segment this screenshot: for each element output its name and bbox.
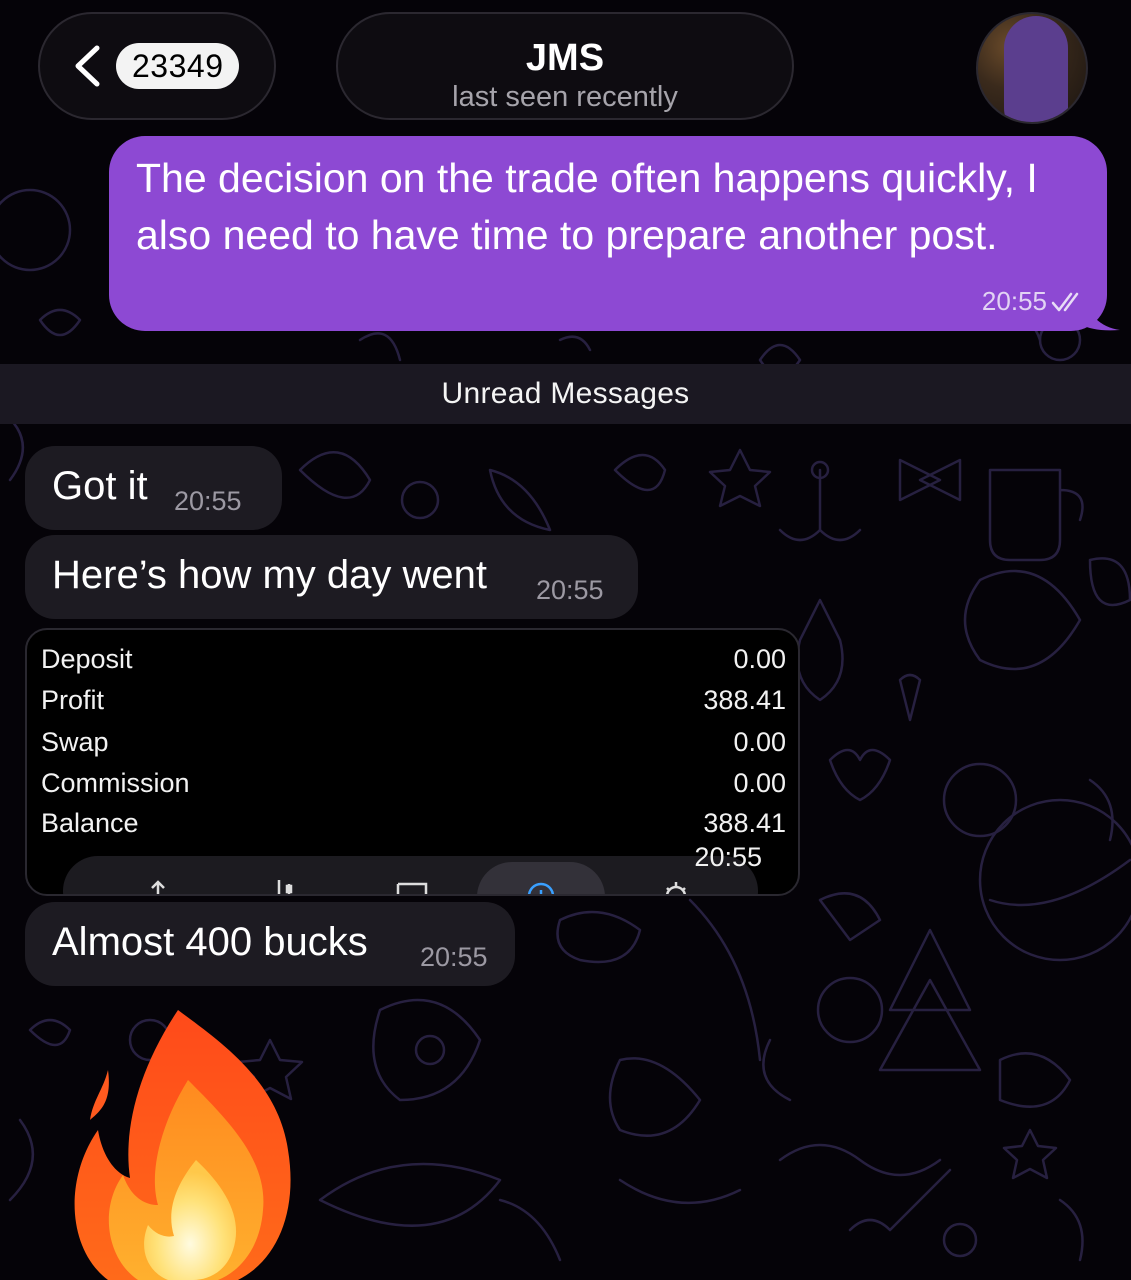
stat-value-balance: 388.41	[703, 808, 786, 838]
message-timestamp: 20:55	[694, 842, 762, 872]
incoming-message[interactable]: Got it 20:55	[25, 446, 282, 530]
stat-label-balance: Balance	[41, 808, 139, 838]
chevron-left-icon	[75, 45, 100, 87]
message-timestamp: 20:55	[420, 942, 488, 972]
message-text: Almost 400 bucks	[52, 920, 368, 964]
trade-icon	[396, 882, 428, 894]
chat-header[interactable]: JMS last seen recently	[336, 12, 794, 120]
stat-label-commission: Commission	[41, 768, 190, 798]
unread-count-badge: 23349	[116, 43, 240, 89]
message-time: 20:55	[982, 286, 1087, 317]
chat-status: last seen recently	[452, 81, 678, 113]
arrows-icon	[151, 880, 165, 894]
stat-value-commission: 0.00	[733, 768, 786, 798]
message-timestamp: 20:55	[981, 286, 1047, 316]
stat-value-swap: 0.00	[733, 727, 786, 757]
avatar[interactable]	[976, 12, 1088, 124]
message-text: Got it	[52, 464, 148, 508]
stat-label-profit: Profit	[41, 685, 105, 715]
message-text: Here’s how my day went	[52, 553, 487, 597]
message-text: The decision on the trade often happens …	[136, 155, 1038, 258]
message-timestamp: 20:55	[174, 486, 242, 516]
gear-icon	[665, 882, 687, 894]
back-button[interactable]: 23349	[38, 12, 276, 120]
unread-messages-separator: Unread Messages	[0, 364, 1131, 424]
stat-label-swap: Swap	[41, 727, 109, 757]
incoming-message[interactable]: Here’s how my day went 20:55	[25, 535, 638, 619]
stat-value-deposit: 0.00	[733, 644, 786, 674]
fire-icon[interactable]	[68, 1010, 316, 1280]
trade-stats-image[interactable]: Deposit 0.00 Profit 388.41 Swap 0.00 Com…	[25, 628, 800, 896]
bubble-tail	[1080, 290, 1120, 331]
stat-label-deposit: Deposit	[41, 644, 133, 674]
incoming-message[interactable]: Almost 400 bucks 20:55	[25, 902, 515, 986]
outgoing-message[interactable]: The decision on the trade often happens …	[109, 136, 1107, 331]
history-icon	[527, 882, 555, 894]
chat-title: JMS	[525, 37, 605, 79]
avatar-redaction	[1004, 16, 1068, 122]
stat-value-profit: 388.41	[703, 685, 786, 715]
chart-icon	[277, 880, 293, 894]
message-timestamp: 20:55	[536, 575, 604, 605]
